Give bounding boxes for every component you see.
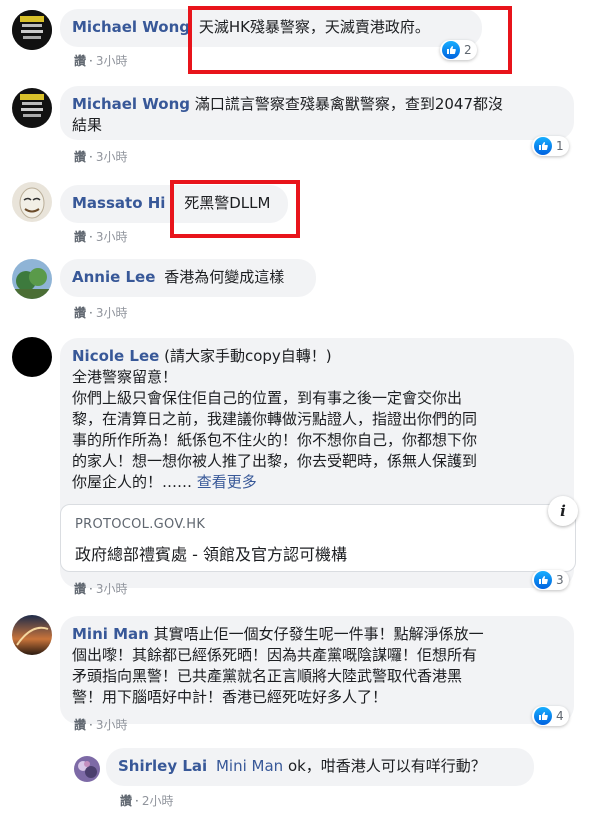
comment-text: 香港為何變成這樣 xyxy=(164,268,285,286)
comment-6: Mini Man 其實唔止佢一個女仔發生呢一件事！點解淨係放一 個出嚟！其餘都已… xyxy=(0,612,616,742)
comment-bubble: Mini Man 其實唔止佢一個女仔發生呢一件事！點解淨係放一 個出嚟！其餘都已… xyxy=(60,616,574,724)
see-more-link[interactable]: 查看更多 xyxy=(197,473,257,491)
separator: · xyxy=(89,230,93,244)
link-domain: PROTOCOL.GOV.HK xyxy=(75,517,206,532)
comment-actions: 讚 · 3小時 xyxy=(74,228,127,245)
like-button[interactable]: 讚 xyxy=(74,306,86,320)
highlight-box xyxy=(170,180,300,238)
avatar-image xyxy=(12,10,52,50)
comment-time[interactable]: 3小時 xyxy=(96,718,128,732)
like-button[interactable]: 讚 xyxy=(74,230,86,244)
info-icon-glyph: i xyxy=(560,502,566,520)
comment-2: Michael Wong 滿口謊言警察查殘暴禽獸警察，查到2047都沒 結果 1… xyxy=(0,82,616,170)
comment-text-line: 警！用下腦唔好中計！香港已經死咗好多人了！ xyxy=(72,688,388,706)
link-preview-card[interactable]: PROTOCOL.GOV.HK 政府總部禮賓處 - 領館及官方認可機構 xyxy=(60,504,576,572)
like-thumb-icon xyxy=(534,707,552,725)
avatar-image xyxy=(12,88,52,128)
avatar-image xyxy=(12,615,52,655)
highlight-box xyxy=(188,6,512,74)
comment-text-line: 結果 xyxy=(72,116,103,134)
comment-actions: 讚 · 3小時 xyxy=(74,304,127,321)
comment-text-line: 滿口謊言警察查殘暴禽獸警察，查到2047都沒 xyxy=(194,95,503,113)
comment-time[interactable]: 3小時 xyxy=(96,306,128,320)
comment-author[interactable]: Michael Wong xyxy=(72,18,190,36)
comment-actions: 讚 · 3小時 xyxy=(74,52,127,69)
comment-text: ok，咁香港人可以有咩行動？ xyxy=(287,757,486,775)
avatar[interactable] xyxy=(12,10,52,50)
comment-actions: 讚 · 3小時 xyxy=(74,716,127,733)
like-button[interactable]: 讚 xyxy=(74,582,86,596)
comment-text-line: 你屋企人的！…… xyxy=(72,473,193,491)
avatar[interactable] xyxy=(12,88,52,128)
comment-author[interactable]: Nicole Lee xyxy=(72,347,159,365)
comment-author[interactable]: Massato Hi xyxy=(72,194,165,212)
comment-author[interactable]: Mini Man xyxy=(72,625,149,643)
comment-time[interactable]: 3小時 xyxy=(96,150,128,164)
like-button[interactable]: 讚 xyxy=(74,54,86,68)
like-thumb-icon xyxy=(534,571,552,589)
comment-text-line: 其實唔止佢一個女仔發生呢一件事！點解淨係放一 xyxy=(153,625,484,643)
separator: · xyxy=(89,306,93,320)
separator: · xyxy=(135,794,139,808)
comment-text-line: (請大家手動copy自轉！) xyxy=(164,347,332,365)
comment-3: Massato Hi 死黑警DLLM 讚 · 3小時 xyxy=(0,176,616,246)
comment-author[interactable]: Annie Lee xyxy=(72,268,155,286)
reaction-count-badge[interactable]: 4 xyxy=(532,706,569,726)
reaction-count: 1 xyxy=(556,139,564,153)
avatar-image xyxy=(12,182,52,222)
comment-author[interactable]: Shirley Lai xyxy=(118,757,207,775)
reaction-count-badge[interactable]: 3 xyxy=(532,570,569,590)
like-button[interactable]: 讚 xyxy=(74,718,86,732)
comment-actions: 讚 · 2小時 xyxy=(120,792,173,809)
comment-bubble: Shirley Lai Mini Man ok，咁香港人可以有咩行動？ xyxy=(106,748,534,786)
like-button[interactable]: 讚 xyxy=(120,794,132,808)
comment-text-line: 個出嚟！其餘都已經係死晒！因為共產黨嘅陰謀囉！佢想所有 xyxy=(72,646,478,664)
reply-1: Shirley Lai Mini Man ok，咁香港人可以有咩行動？ 讚 · 2小… xyxy=(0,744,616,822)
separator: · xyxy=(89,150,93,164)
comment-text-line: 的家人！想一想你被人推了出黎，你去受靶時，係無人保護到 xyxy=(72,452,478,470)
like-button[interactable]: 讚 xyxy=(74,150,86,164)
avatar[interactable] xyxy=(74,756,100,782)
comment-text-line: 事的所作所為！紙係包不住火的！你不想你自己，你都想下你 xyxy=(72,431,478,449)
reaction-count: 3 xyxy=(556,573,564,587)
comment-bubble: Michael Wong 滿口謊言警察查殘暴禽獸警察，查到2047都沒 結果 xyxy=(60,86,574,140)
comment-text-line: 矛頭指向黑警！已共產黨就名正言順將大陸武警取代香港黑 xyxy=(72,667,463,685)
avatar[interactable] xyxy=(12,259,52,299)
comment-bubble: Annie Lee 香港為何變成這樣 xyxy=(60,259,316,297)
separator: · xyxy=(89,582,93,596)
comment-time[interactable]: 3小時 xyxy=(96,230,128,244)
comment-time[interactable]: 2小時 xyxy=(142,794,174,808)
reaction-count-badge[interactable]: 1 xyxy=(532,136,569,156)
comment-text-line: 黎，在清算日之前，我建議你轉做污點證人，指證出你們的同 xyxy=(72,410,478,428)
info-icon[interactable]: i xyxy=(548,496,578,526)
comment-text-line: 你們上級只會保住佢自己的位置，到有事之後一定會交你出 xyxy=(72,389,463,407)
comment-time[interactable]: 3小時 xyxy=(96,582,128,596)
comment-actions: 讚 · 3小時 xyxy=(74,148,127,165)
avatar[interactable] xyxy=(12,337,52,377)
avatar[interactable] xyxy=(12,182,52,222)
reaction-count: 4 xyxy=(556,709,564,723)
link-title: 政府總部禮賓處 - 領館及官方認可機構 xyxy=(75,545,347,564)
comment-actions: 讚 · 3小時 xyxy=(74,580,127,597)
comment-5: Nicole Lee (請大家手動copy自轉！) 全港警察留意！ 你們上級只會… xyxy=(0,334,616,604)
separator: · xyxy=(89,718,93,732)
comment-4: Annie Lee 香港為何變成這樣 讚 · 3小時 xyxy=(0,252,616,322)
comment-time[interactable]: 3小時 xyxy=(96,54,128,68)
comment-1: Michael Wong 天滅HK殘暴警察，天滅賣港政府。 2 讚 · 3小時 xyxy=(0,0,616,80)
like-thumb-icon xyxy=(534,137,552,155)
avatar[interactable] xyxy=(12,615,52,655)
avatar-image xyxy=(74,756,100,782)
mention-link[interactable]: Mini Man xyxy=(216,757,283,775)
comment-text-line: 全港警察留意！ xyxy=(72,368,178,386)
avatar-image xyxy=(12,259,52,299)
comment-author[interactable]: Michael Wong xyxy=(72,95,190,113)
separator: · xyxy=(89,54,93,68)
